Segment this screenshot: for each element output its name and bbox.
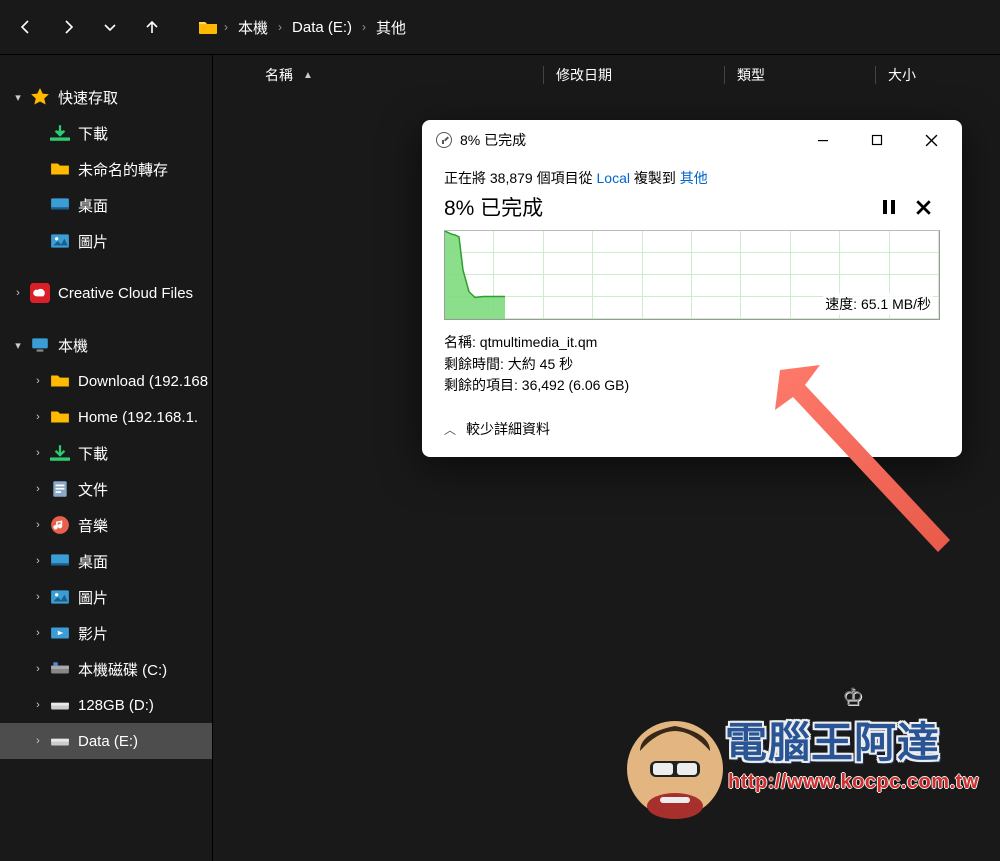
chevron-right-icon[interactable]: › [278,20,282,34]
breadcrumb-folder[interactable]: 其他 [372,13,410,42]
breadcrumb-drive[interactable]: Data (E:) [288,15,356,40]
column-type[interactable]: 類型 [725,65,875,85]
navigation-tree: ▾ 快速存取 下載 未命名的轉存 桌面 [0,55,213,861]
breadcrumb-this-pc[interactable]: 本機 [234,13,272,42]
chart-area-icon [445,231,505,319]
chevron-right-icon[interactable]: › [30,373,46,389]
address-bar: › 本機 › Data (E:) › 其他 [0,0,1000,55]
current-file-name: qtmultimedia_it.qm [480,334,598,350]
source-link[interactable]: Local [597,170,630,186]
sort-indicator-icon: ▲ [303,70,313,81]
drive-icon [50,659,70,679]
pictures-icon [50,231,70,251]
sidebar-item-drive-d[interactable]: › 128GB (D:) [0,687,212,723]
speed-label: 速度: 65.1 MB/秒 [823,293,933,315]
folder-icon [198,19,218,35]
breadcrumb: › 本機 › Data (E:) › 其他 [198,13,992,42]
chevron-up-icon: ︿ [444,421,456,438]
sidebar-this-pc[interactable]: ▾ 本機 [0,327,212,363]
sidebar-item-downloads[interactable]: 下載 [0,115,212,151]
dialog-titlebar[interactable]: 8% 已完成 [422,120,962,160]
sidebar-quick-access[interactable]: ▾ 快速存取 [0,79,212,115]
clock-icon [436,132,452,148]
chevron-right-icon[interactable]: › [30,697,46,713]
forward-button[interactable] [50,9,86,45]
fewer-details-toggle[interactable]: ︿ 較少詳細資料 [444,419,940,439]
folder-icon [50,159,70,179]
chevron-right-icon[interactable]: › [30,625,46,641]
copy-status-text: 正在將 38,879 個項目從 Local 複製到 其他 [444,168,940,188]
chevron-right-icon[interactable]: › [30,445,46,461]
column-date[interactable]: 修改日期 [544,65,724,85]
time-remaining: 大約 45 秒 [508,356,573,372]
documents-icon [50,479,70,499]
pause-button[interactable] [872,190,906,224]
download-icon [50,443,70,463]
chevron-right-icon[interactable]: › [30,553,46,569]
column-size[interactable]: 大小 [876,65,956,85]
items-remaining: 36,492 (6.06 GB) [522,377,629,393]
maximize-button[interactable] [854,125,900,155]
chevron-right-icon[interactable]: › [30,589,46,605]
videos-icon [50,623,70,643]
sidebar-item-netfolder[interactable]: › Download (192.168 [0,363,212,399]
chevron-right-icon[interactable]: › [224,20,228,34]
sidebar-item-pictures[interactable]: › 圖片 [0,579,212,615]
chevron-right-icon[interactable]: › [30,481,46,497]
sidebar-item-documents[interactable]: › 文件 [0,471,212,507]
computer-icon [30,335,50,355]
dialog-title: 8% 已完成 [460,130,792,150]
minimize-button[interactable] [800,125,846,155]
desktop-icon [50,551,70,571]
sidebar-item-netfolder[interactable]: › Home (192.168.1. [0,399,212,435]
star-icon [30,87,50,107]
folder-icon [50,407,70,427]
pictures-icon [50,587,70,607]
sidebar-item-pictures[interactable]: 圖片 [0,223,212,259]
sidebar-item-desktop[interactable]: 桌面 [0,187,212,223]
creative-cloud-icon [30,283,50,303]
sidebar-item-downloads[interactable]: › 下載 [0,435,212,471]
sidebar-item-label: 快速存取 [58,87,118,108]
drive-icon [50,695,70,715]
sidebar-item-drive-e[interactable]: › Data (E:) [0,723,212,759]
close-button[interactable] [908,125,954,155]
drive-icon [50,731,70,751]
chevron-down-icon[interactable]: ▾ [10,337,26,353]
column-name[interactable]: 名稱 ▲ [253,65,543,85]
download-icon [50,123,70,143]
chevron-right-icon[interactable]: › [30,661,46,677]
sidebar-item-drive-c[interactable]: › 本機磁碟 (C:) [0,651,212,687]
column-headers: 名稱 ▲ 修改日期 類型 大小 [213,55,1000,95]
percent-complete: 8% 已完成 [444,192,872,222]
chevron-right-icon[interactable]: › [30,517,46,533]
speed-chart: 速度: 65.1 MB/秒 [444,230,940,320]
sidebar-item-music[interactable]: › 音樂 [0,507,212,543]
up-button[interactable] [134,9,170,45]
back-button[interactable] [8,9,44,45]
sidebar-creative-cloud[interactable]: › Creative Cloud Files [0,275,212,311]
folder-icon [50,371,70,391]
recent-dropdown[interactable] [92,9,128,45]
desktop-icon [50,195,70,215]
chevron-right-icon[interactable]: › [10,285,26,301]
chevron-right-icon[interactable]: › [30,733,46,749]
sidebar-item-desktop[interactable]: › 桌面 [0,543,212,579]
copy-details: 名稱: qtmultimedia_it.qm 剩餘時間: 大約 45 秒 剩餘的… [444,332,940,397]
music-icon [50,515,70,535]
chevron-down-icon[interactable]: ▾ [10,89,26,105]
sidebar-item-folder[interactable]: 未命名的轉存 [0,151,212,187]
copy-progress-dialog: 8% 已完成 正在將 38,879 個項目從 Local 複製到 其他 8% 已… [422,120,962,457]
chevron-right-icon[interactable]: › [30,409,46,425]
cancel-button[interactable] [906,190,940,224]
sidebar-item-videos[interactable]: › 影片 [0,615,212,651]
chevron-right-icon[interactable]: › [362,20,366,34]
destination-link[interactable]: 其他 [680,170,708,186]
